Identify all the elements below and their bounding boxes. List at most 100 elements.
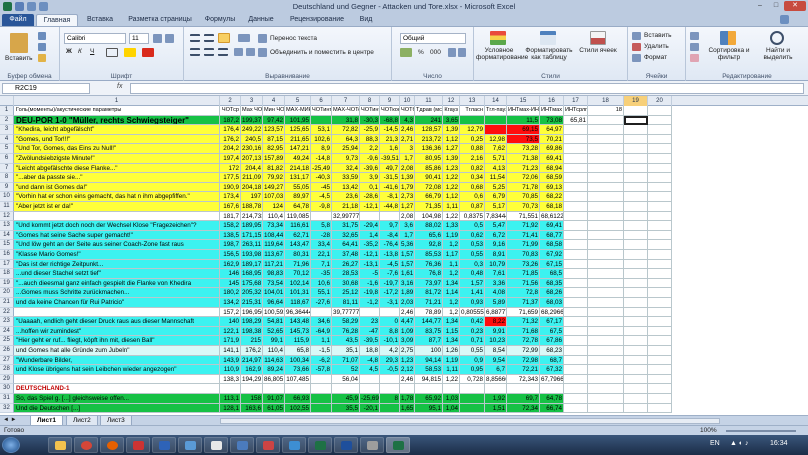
table-cell[interactable]: 71,78 [507,182,540,193]
table-cell[interactable]: 0,62 [460,230,485,241]
table-cell[interactable]: -5 [360,269,380,279]
delete-cells-button[interactable]: Удалить [644,43,669,50]
tab-page-layout[interactable]: Разметка страницы [122,14,198,26]
table-cell[interactable]: 1,78 [400,394,415,404]
table-cell[interactable]: 7,1 [311,259,332,270]
table-cell[interactable]: 67,92 [540,250,564,260]
table-cell[interactable] [311,115,332,126]
table-cell[interactable]: 147,21 [285,144,311,154]
table-cell[interactable]: 1,19 [443,355,460,366]
table-cell[interactable]: 0,88 [460,144,485,154]
table-cell[interactable] [588,403,624,414]
table-cell[interactable] [624,384,648,394]
table-cell[interactable]: "Gomes, und Tor!!!" [14,134,220,145]
table-cell[interactable]: 73,26 [507,259,540,270]
table-cell[interactable]: 107,03 [263,192,285,202]
taskbar-app-11[interactable] [308,437,332,453]
table-cell[interactable]: 196,956 [241,307,263,318]
table-cell[interactable]: -47 [360,326,380,337]
table-cell[interactable]: 2,16 [460,154,485,164]
row-header[interactable]: 28 [0,365,14,375]
table-cell[interactable]: 230,16 [241,144,263,154]
table-cell[interactable]: 89,97 [285,192,311,202]
italic-button[interactable]: К [78,48,82,55]
table-cell[interactable] [380,374,400,385]
row-header[interactable]: 13 [0,221,14,231]
table-cell[interactable]: 0,48 [460,269,485,279]
table-cell[interactable]: -39,51 [380,154,400,164]
table-cell[interactable]: ЧОТбыл [400,106,415,116]
table-cell[interactable] [14,374,220,385]
row-header[interactable]: 7 [0,163,14,174]
copy-icon[interactable] [38,43,46,51]
table-cell[interactable]: 13,42 [332,182,360,193]
table-cell[interactable]: МАХ-ЧОТср [332,106,360,116]
table-cell[interactable] [564,173,588,183]
table-cell[interactable]: 3,09 [400,336,415,346]
table-cell[interactable]: 194,29 [241,374,263,385]
zoom-level[interactable]: 100% [700,427,717,434]
table-cell[interactable]: 1,39 [443,154,460,164]
table-cell[interactable]: 71,32 [507,317,540,327]
table-cell[interactable] [648,144,672,154]
table-cell[interactable]: 70,85 [507,192,540,202]
table-cell[interactable]: 5,47 [485,221,507,231]
start-button[interactable] [2,437,20,453]
table-cell[interactable]: 21,18 [332,202,360,212]
table-cell[interactable]: 68,5 [540,269,564,279]
conditional-format-icon[interactable] [490,31,506,45]
table-cell[interactable]: 69,15 [507,125,540,135]
table-cell[interactable]: 207,13 [241,154,263,164]
table-cell[interactable]: 162,9 [220,259,241,270]
table-cell[interactable] [648,307,672,318]
taskbar-app-4[interactable] [126,437,150,453]
clock[interactable]: 16:34 [770,440,788,447]
table-cell[interactable]: ЧОТср [220,106,241,116]
table-cell[interactable]: -1,5 [311,346,332,356]
table-cell[interactable]: 0 [380,317,400,327]
table-cell[interactable] [624,163,648,174]
table-cell[interactable] [588,202,624,212]
tab-review[interactable]: Рецензирование [282,14,352,26]
table-cell[interactable]: 64,3 [332,134,360,145]
taskbar-app-7[interactable] [204,437,228,453]
table-cell[interactable]: 18 [588,106,624,116]
table-cell[interactable] [648,403,672,414]
table-cell[interactable]: 168,95 [241,269,263,279]
table-cell[interactable]: 5,36 [400,240,415,250]
table-cell[interactable] [564,230,588,241]
table-cell[interactable]: 71,68 [507,326,540,337]
table-cell[interactable] [311,403,332,414]
table-cell[interactable]: 1,92 [485,394,507,404]
fill-color-icon[interactable] [124,48,136,57]
table-cell[interactable]: 30,68 [332,278,360,289]
table-cell[interactable] [380,403,400,414]
table-cell[interactable]: 1,51 [485,403,507,414]
row-header[interactable]: 5 [0,144,14,154]
table-cell[interactable]: 0,6 [460,192,485,202]
table-cell[interactable] [588,182,624,193]
table-cell[interactable] [360,307,380,318]
format-as-table-icon[interactable] [540,31,556,45]
table-cell[interactable]: 72,98 [507,355,540,366]
table-cell[interactable] [507,384,540,394]
table-cell[interactable]: 5,71 [485,154,507,164]
row-header[interactable]: 31 [0,394,14,404]
table-cell[interactable]: -12,1 [360,202,380,212]
table-cell[interactable]: 55,05 [285,182,311,193]
table-cell[interactable] [648,250,672,260]
table-cell[interactable] [564,240,588,250]
table-cell[interactable]: 72,08 [415,182,443,193]
table-cell[interactable]: 68,35 [540,278,564,289]
table-cell[interactable]: 143,9 [220,355,241,366]
table-cell[interactable] [624,240,648,250]
table-cell[interactable] [648,355,672,366]
table-cell[interactable] [311,307,332,318]
table-cell[interactable]: 8,8 [380,326,400,337]
table-cell[interactable]: -17,2 [380,288,400,298]
table-cell[interactable]: 69,86 [540,144,564,154]
table-cell[interactable]: 190,9 [220,182,241,193]
table-cell[interactable]: 214,18 [285,163,311,174]
row-header[interactable]: 22 [0,307,14,318]
table-cell[interactable]: 204,4 [241,163,263,174]
